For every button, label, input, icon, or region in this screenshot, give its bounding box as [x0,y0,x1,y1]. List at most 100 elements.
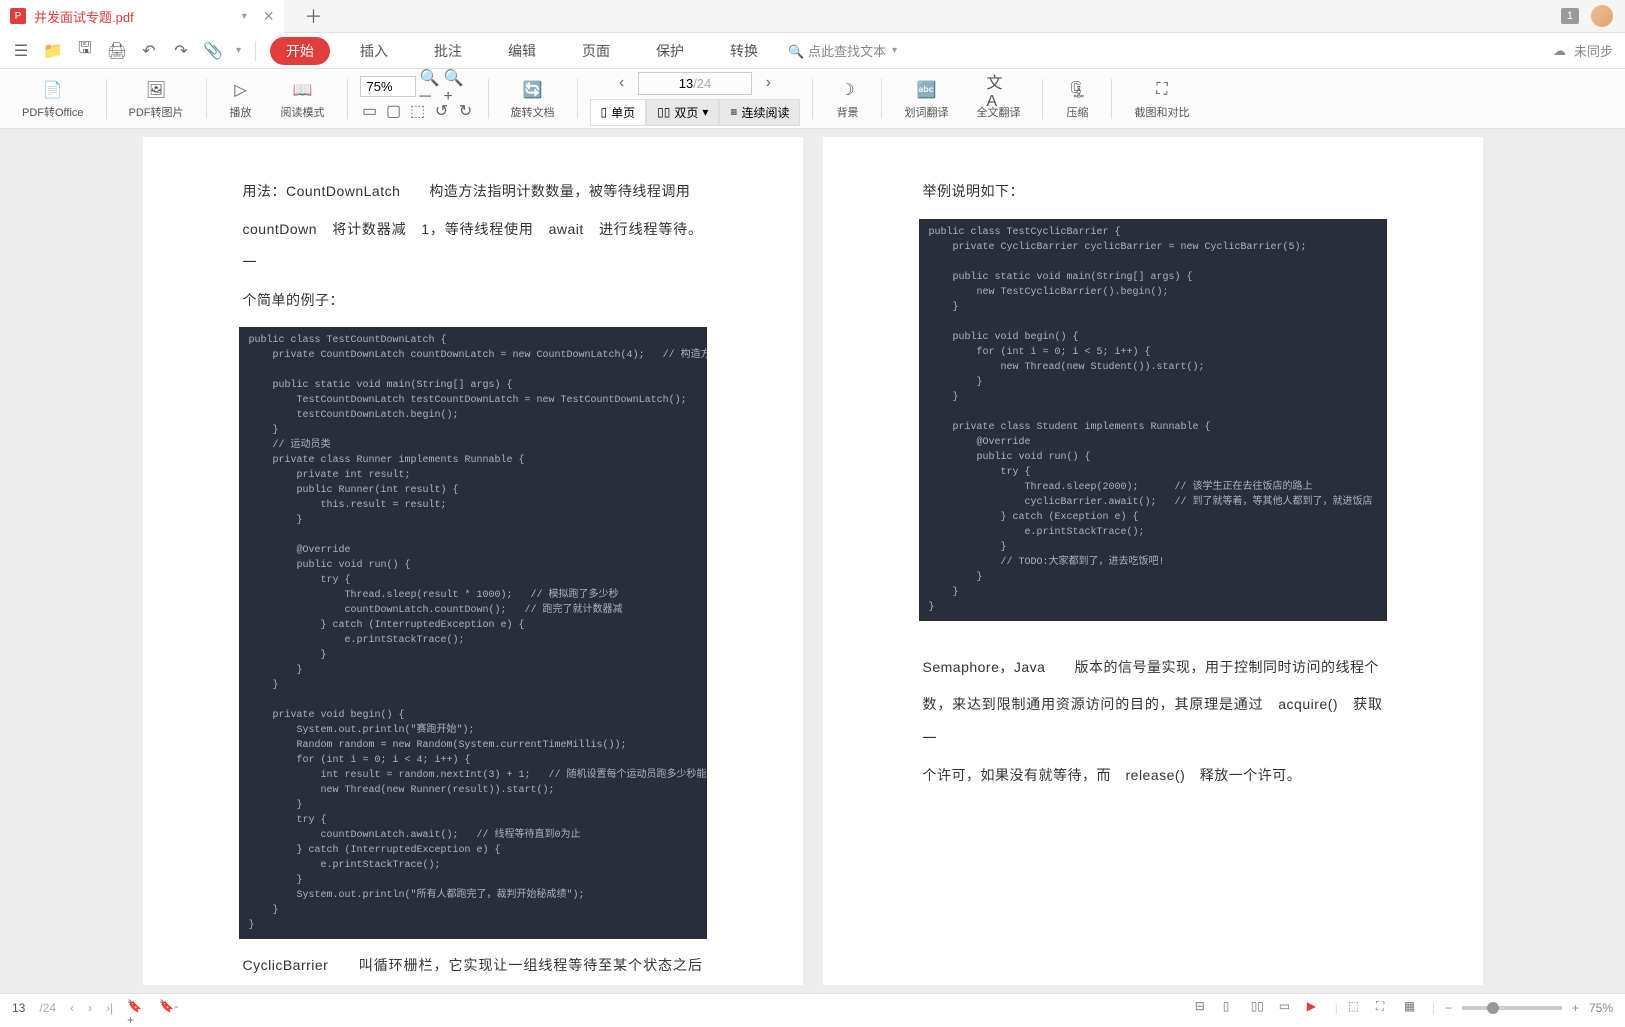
translate-selection-button[interactable]: 🔤 划词翻译 [894,78,958,120]
menu-protect[interactable]: 保护 [640,37,700,65]
pdf-icon: P [10,8,26,24]
play-button[interactable]: ▷ 播放 [219,78,263,120]
fit-page-icon[interactable]: ▢ [384,101,404,121]
play-icon: ▷ [229,78,253,102]
zoom-slider[interactable] [1462,1006,1562,1010]
menu-convert[interactable]: 转换 [714,37,774,65]
status-page-current: 13 [12,1001,25,1015]
book-icon: 📖 [291,78,315,102]
zoom-value: 75% [1589,1001,1613,1015]
status-page-total: /24 [39,1001,56,1015]
single-page-button[interactable]: ▯ 单页 [590,99,647,126]
menu-icon[interactable]: ☰ [12,42,30,60]
search-box[interactable]: 🔍 点此查找文本 ▾ [788,41,897,60]
screenshot-button[interactable]: ⛶ 截图和对比 [1124,78,1199,120]
undo-icon[interactable]: ↶ [140,42,158,60]
document-tab[interactable]: P 并发面试专题.pdf ▾ ✕ [0,0,284,33]
rotate-right-icon[interactable]: ↻ [456,101,476,121]
search-placeholder: 点此查找文本 [808,41,886,60]
separator [812,79,813,119]
rotate-icon: 🔄 [521,78,545,102]
text-line: CyclicBarrier 叫循环栅栏，它实现让一组线程等待至某个状态之后再 [243,949,703,985]
next-page-button[interactable]: › [88,1001,92,1015]
prev-page-icon[interactable]: ‹ [612,73,632,93]
user-avatar[interactable] [1591,5,1613,27]
menu-annotate[interactable]: 批注 [418,37,478,65]
search-icon: 🔍 [788,44,802,58]
thumbnail-icon[interactable]: ▦ [1404,999,1422,1017]
zoom-out-icon[interactable]: 🔍─ [420,77,440,97]
redo-icon[interactable]: ↷ [172,42,190,60]
code-block: public class TestCyclicBarrier { private… [919,219,1387,621]
prev-page-button[interactable]: ‹ [70,1001,74,1015]
print-icon[interactable]: 🖨 [108,42,126,60]
zoom-select[interactable]: 75% [360,76,416,97]
close-icon[interactable]: ✕ [263,8,275,25]
image-icon: 🖼 [144,78,168,102]
menu-bar: ☰ 📁 🖫 🖨 ↶ ↷ 📎 ▾ 开始 插入 批注 编辑 页面 保护 转换 🔍 点… [0,33,1625,69]
text-line: countDown 将计数器减 1，等待线程使用 await 进行线程等待。一 [243,213,703,280]
separator [206,79,207,119]
sync-status[interactable]: 未同步 [1574,41,1613,60]
word-icon: 📄 [41,78,65,102]
background-button[interactable]: ☽ 背景 [825,78,869,120]
add-tab-button[interactable]: ＋ [304,3,322,29]
view-mode1-icon[interactable]: ▯ [1223,999,1241,1017]
pdf-to-image-button[interactable]: 🖼 PDF转图片 [119,78,194,120]
next-page-icon[interactable]: › [758,73,778,93]
menu-insert[interactable]: 插入 [344,37,404,65]
separator [106,79,107,119]
menu-page[interactable]: 页面 [566,37,626,65]
text-line: 举例说明如下： [923,175,1383,209]
toolbar: 📄 PDF转Office 🖼 PDF转图片 ▷ 播放 📖 阅读模式 75% 🔍─… [0,69,1625,129]
separator [1042,79,1043,119]
screenshot-icon: ⛶ [1150,78,1174,102]
page-left: 用法：CountDownLatch 构造方法指明计数数量，被等待线程调用 cou… [143,137,803,985]
separator [1111,79,1112,119]
stacked-splitter-icon[interactable]: ⊟ [1195,999,1213,1017]
page-input[interactable]: 13/24 [638,72,753,95]
last-page-button[interactable]: ›| [106,1001,113,1015]
compress-icon: 🗜 [1065,78,1089,102]
moon-icon: ☽ [835,78,859,102]
menu-edit[interactable]: 编辑 [492,37,552,65]
presentation-icon[interactable]: ▶ [1307,999,1325,1017]
bookmark-remove-icon[interactable]: 🔖- [159,999,177,1017]
text-line: 个简单的例子： [243,284,703,318]
translate-sel-icon: 🔤 [914,78,938,102]
double-page-button[interactable]: ▯▯ 双页 ▾ [646,99,719,126]
fit-icon[interactable]: ⬚ [1348,999,1366,1017]
tab-bar: P 并发面试专题.pdf ▾ ✕ ＋ 1 [0,0,1625,33]
zoom-in-icon[interactable]: 🔍+ [444,77,464,97]
zoom-minus-button[interactable]: − [1445,1001,1452,1015]
save-icon[interactable]: 🖫 [76,42,94,60]
actual-size-icon[interactable]: ⬚ [408,101,428,121]
chevron-down-icon[interactable]: ▾ [236,45,241,56]
pdf-to-office-button[interactable]: 📄 PDF转Office [12,78,94,120]
translate-full-icon: 文A [986,78,1010,102]
zoom-plus-button[interactable]: + [1572,1001,1579,1015]
continuous-button[interactable]: ≡ 连续阅读 [719,99,800,126]
document-area[interactable]: 用法：CountDownLatch 构造方法指明计数数量，被等待线程调用 cou… [0,129,1625,993]
compress-button[interactable]: 🗜 压缩 [1055,78,1099,120]
rotate-doc-button[interactable]: 🔄 旋转文档 [501,78,565,120]
attachment-icon[interactable]: 📎 [204,42,222,60]
read-mode-button[interactable]: 📖 阅读模式 [271,78,335,120]
cloud-icon[interactable]: ☁ [1553,43,1566,59]
bookmark-add-icon[interactable]: 🔖+ [127,999,145,1017]
fullscreen-icon[interactable]: ⛶ [1376,999,1394,1017]
tab-dropdown-icon[interactable]: ▾ [242,11,247,22]
translate-full-button[interactable]: 文A 全文翻译 [966,78,1030,120]
view-mode3-icon[interactable]: ▭ [1279,999,1297,1017]
notification-badge[interactable]: 1 [1561,8,1579,24]
code-block: public class TestCountDownLatch { privat… [239,327,707,939]
text-line: 用法：CountDownLatch 构造方法指明计数数量，被等待线程调用 [243,175,703,209]
chevron-down-icon[interactable]: ▾ [892,45,897,56]
folder-icon[interactable]: 📁 [44,42,62,60]
fit-width-icon[interactable]: ▭ [360,101,380,121]
status-bar: 13/24 ‹ › ›| 🔖+ 🔖- ⊟ ▯ ▯▯ ▭ ▶ | ⬚ ⛶ ▦ | … [0,993,1625,1021]
rotate-left-icon[interactable]: ↺ [432,101,452,121]
view-mode2-icon[interactable]: ▯▯ [1251,999,1269,1017]
text-line: 个许可，如果没有就等待，而 release() 释放一个许可。 [923,759,1383,793]
menu-start[interactable]: 开始 [270,37,330,65]
